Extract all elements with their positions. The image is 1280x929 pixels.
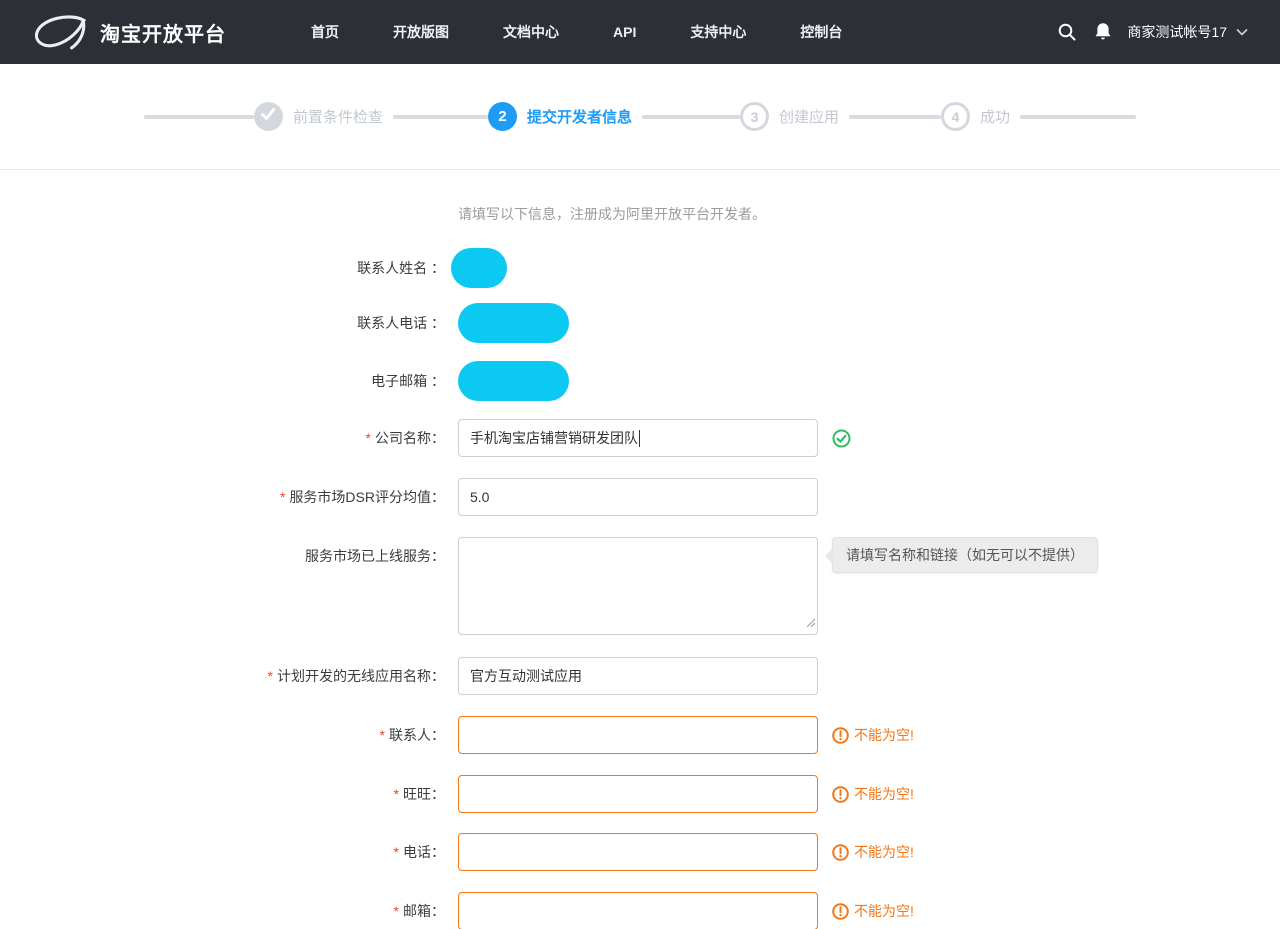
mail-error-text: 不能为空! [854, 901, 914, 921]
stepper-line [642, 115, 740, 119]
brand-logo[interactable]: 淘宝开放平台 [32, 13, 226, 51]
required-asterisk: * [268, 668, 273, 684]
wangwang-row: *旺旺： 不能为空! [0, 775, 1280, 813]
stepper-line [849, 115, 941, 119]
account-name: 商家测试帐号17 [1127, 22, 1227, 42]
nav-item-console[interactable]: 控制台 [773, 22, 869, 42]
check-icon [260, 107, 276, 126]
top-navbar: 淘宝开放平台 首页 开放版图 文档中心 API 支持中心 控制台 商家测试帐号1… [0, 0, 1280, 64]
resize-handle-icon[interactable] [805, 614, 815, 632]
step-4-label: 成功 [980, 106, 1010, 127]
required-asterisk: * [394, 844, 399, 860]
online-services-row: 服务市场已上线服务： 请填写名称和链接（如无可以不提供） [0, 537, 1280, 635]
company-row: *公司名称： 手机淘宝店铺营销研发团队 [0, 419, 1280, 457]
required-asterisk: * [280, 489, 285, 505]
warning-icon [832, 786, 849, 803]
contact-phone-row: 联系人电话 ： [0, 303, 1280, 343]
dsr-row: *服务市场DSR评分均值： [0, 478, 1280, 516]
nav-item-api[interactable]: API [586, 24, 663, 40]
step-1-label: 前置条件检查 [293, 106, 383, 127]
contact-row: *联系人： 不能为空! [0, 716, 1280, 754]
email-display-row: 电子邮箱 ： [0, 361, 1280, 401]
wangwang-error: 不能为空! [832, 784, 914, 804]
wangwang-input[interactable] [458, 775, 818, 813]
wangwang-error-text: 不能为空! [854, 784, 914, 804]
contact-name-label: 联系人姓名 ： [0, 258, 445, 278]
app-name-input[interactable] [458, 657, 818, 695]
nav-item-home[interactable]: 首页 [284, 22, 366, 42]
step-1-circle-done [254, 102, 283, 131]
nav-item-support[interactable]: 支持中心 [663, 22, 773, 42]
step-3-circle-pending: 3 [740, 102, 769, 131]
step-3-number: 3 [751, 109, 759, 125]
required-asterisk: * [366, 430, 371, 446]
step-4-number: 4 [952, 109, 960, 125]
company-input[interactable]: 手机淘宝店铺营销研发团队 [458, 419, 818, 457]
required-asterisk: * [380, 727, 385, 743]
contact-label: 联系人： [389, 727, 445, 743]
success-check-icon [832, 429, 851, 448]
nav-item-docs[interactable]: 文档中心 [476, 22, 586, 42]
contact-name-row: 联系人姓名 ： [0, 248, 1280, 288]
phone-label: 电话： [403, 844, 445, 860]
phone-row: *电话： 不能为空! [0, 833, 1280, 871]
app-name-row: *计划开发的无线应用名称： [0, 657, 1280, 695]
redacted-contact-name-value [451, 248, 507, 288]
contact-error: 不能为空! [832, 725, 914, 745]
alibaba-logo-icon [32, 13, 88, 51]
progress-stepper: 前置条件检查 2 提交开发者信息 3 创建应用 4 成功 [0, 64, 1280, 170]
main-nav: 首页 开放版图 文档中心 API 支持中心 控制台 [284, 22, 869, 42]
step-2-circle-active: 2 [488, 102, 517, 131]
required-asterisk: * [394, 786, 399, 802]
stepper-line [393, 115, 488, 119]
company-label: 公司名称： [375, 430, 445, 446]
required-asterisk: * [394, 903, 399, 919]
warning-icon [832, 844, 849, 861]
chevron-down-icon [1236, 28, 1248, 36]
mail-error: 不能为空! [832, 901, 914, 921]
redacted-contact-phone-value [458, 303, 569, 343]
mail-row: *邮箱： 不能为空! [0, 892, 1280, 929]
search-icon[interactable] [1049, 14, 1085, 50]
account-menu[interactable]: 商家测试帐号17 [1127, 22, 1248, 42]
contact-input[interactable] [458, 716, 818, 754]
phone-error-text: 不能为空! [854, 842, 914, 862]
wangwang-label: 旺旺： [403, 786, 445, 802]
form-intro-text: 请填写以下信息，注册成为阿里开放平台开发者。 [458, 204, 1280, 224]
dsr-input[interactable] [458, 478, 818, 516]
phone-input[interactable] [458, 833, 818, 871]
app-name-label: 计划开发的无线应用名称： [277, 668, 445, 684]
contact-phone-label: 联系人电话 ： [0, 313, 445, 333]
mail-input[interactable] [458, 892, 818, 929]
services-hint-tooltip: 请填写名称和链接（如无可以不提供） [832, 537, 1098, 573]
brand-title: 淘宝开放平台 [100, 18, 226, 47]
step-4-circle-pending: 4 [941, 102, 970, 131]
company-value: 手机淘宝店铺营销研发团队 [470, 428, 638, 448]
step-2-number: 2 [498, 108, 506, 125]
stepper-line [1020, 115, 1136, 119]
online-services-textarea[interactable] [458, 537, 818, 635]
step-3-label: 创建应用 [779, 106, 839, 127]
warning-icon [832, 727, 849, 744]
stepper-line [144, 115, 254, 119]
redacted-email-value [458, 361, 569, 401]
notification-bell-icon[interactable] [1085, 14, 1121, 50]
online-services-label: 服务市场已上线服务： [0, 537, 445, 566]
text-caret [639, 430, 640, 447]
contact-error-text: 不能为空! [854, 725, 914, 745]
step-2-label: 提交开发者信息 [527, 106, 632, 127]
warning-icon [832, 903, 849, 920]
mail-label: 邮箱： [403, 903, 445, 919]
nav-item-openmap[interactable]: 开放版图 [366, 22, 476, 42]
phone-error: 不能为空! [832, 842, 914, 862]
email-display-label: 电子邮箱 ： [0, 371, 445, 391]
developer-registration-form: 请填写以下信息，注册成为阿里开放平台开发者。 联系人姓名 ： 联系人电话 ： 电… [0, 170, 1280, 929]
dsr-label: 服务市场DSR评分均值： [289, 489, 445, 505]
